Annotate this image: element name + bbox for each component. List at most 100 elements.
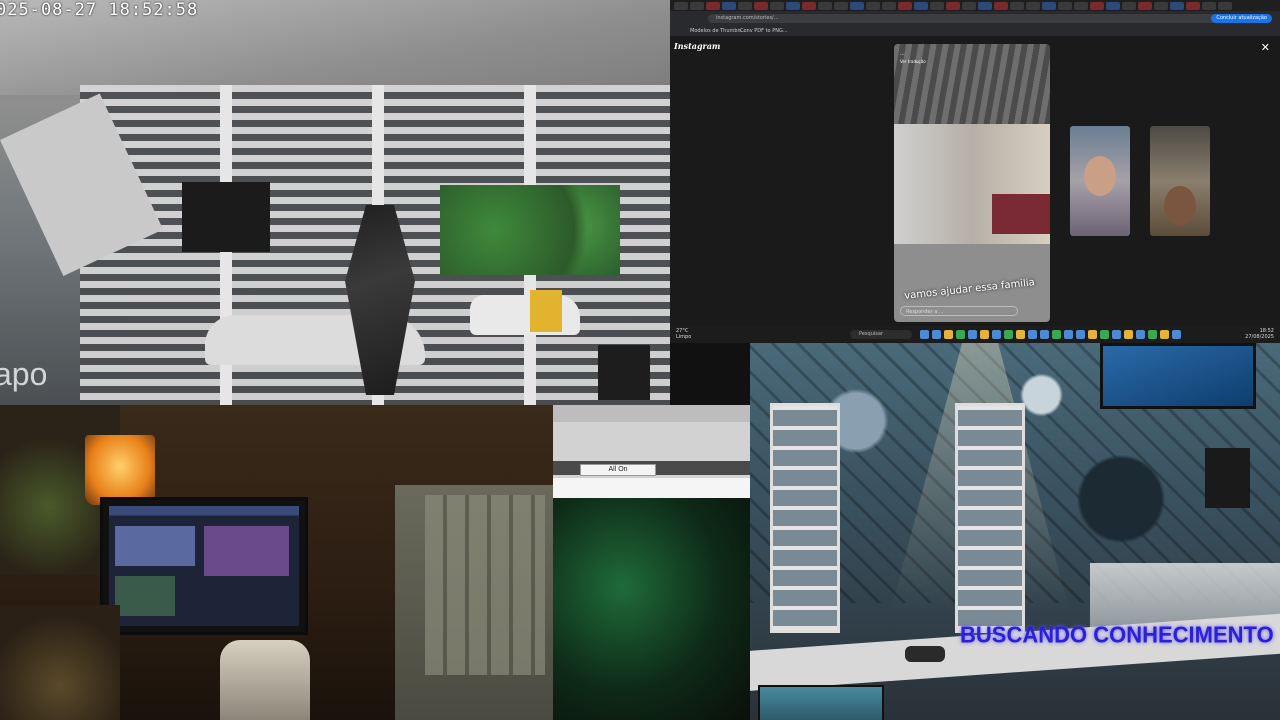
app-icon[interactable]: [956, 330, 965, 339]
camera-mailbox: [530, 290, 562, 332]
panel-footer: [553, 478, 750, 498]
all-on-button[interactable]: All On: [580, 464, 656, 476]
app-icon[interactable]: [1004, 330, 1013, 339]
app-icon[interactable]: [1112, 330, 1121, 339]
studio-monitor-screen: [109, 506, 299, 626]
browser-tab[interactable]: [850, 2, 864, 10]
room-tv: [1100, 343, 1256, 409]
browser-tab[interactable]: [1074, 2, 1088, 10]
browser-tab[interactable]: [818, 2, 832, 10]
bookmark-item[interactable]: Modelos de Thumbn...: [690, 28, 745, 34]
studio-desk-items: [220, 640, 310, 720]
monitor-window: [204, 526, 289, 576]
weather-condition: Limpo: [676, 334, 692, 340]
studio-camera-feed: [0, 405, 553, 720]
panel-header: [553, 405, 750, 422]
browser-tab[interactable]: [674, 2, 688, 10]
browser-tab[interactable]: [946, 2, 960, 10]
story-username[interactable]: ...: [900, 51, 905, 57]
browser-tab[interactable]: [962, 2, 976, 10]
next-story-thumbnail[interactable]: [1150, 126, 1210, 236]
browser-tab[interactable]: [1218, 2, 1232, 10]
browser-tab[interactable]: [994, 2, 1008, 10]
browser-tab[interactable]: [898, 2, 912, 10]
story-roof: [894, 44, 1050, 124]
app-icon[interactable]: [1052, 330, 1061, 339]
taskbar-search[interactable]: Pesquisar: [850, 330, 912, 339]
browser-tab[interactable]: [978, 2, 992, 10]
browser-tab[interactable]: [1186, 2, 1200, 10]
next-story-thumbnail[interactable]: [1070, 126, 1130, 236]
browser-tab-bar[interactable]: [670, 0, 1280, 11]
room-speaker: [1205, 448, 1250, 508]
browser-tab[interactable]: [1154, 2, 1168, 10]
browser-tab[interactable]: [690, 2, 704, 10]
taskbar-app-icons: [920, 330, 1181, 339]
browser-tab[interactable]: [786, 2, 800, 10]
browser-tab[interactable]: [1042, 2, 1056, 10]
app-icon[interactable]: [1160, 330, 1169, 339]
browser-tab[interactable]: [1010, 2, 1024, 10]
browser-tab[interactable]: [1202, 2, 1216, 10]
app-icon[interactable]: [1064, 330, 1073, 339]
app-icon[interactable]: [968, 330, 977, 339]
url-field[interactable]: instagram.com/stories/...: [708, 14, 1228, 23]
instagram-story-viewer: Instagram ✕ ... Ver tradução vamos ajuda…: [670, 36, 1280, 326]
browser-tab[interactable]: [1090, 2, 1104, 10]
app-icon[interactable]: [980, 330, 989, 339]
browser-tab[interactable]: [834, 2, 848, 10]
app-icon[interactable]: [1100, 330, 1109, 339]
app-icon[interactable]: [1124, 330, 1133, 339]
update-browser-button[interactable]: Concluir atualização: [1211, 14, 1272, 23]
weather-widget[interactable]: 27°C Limpo: [676, 328, 691, 340]
app-icon[interactable]: [932, 330, 941, 339]
camera-object: [598, 345, 650, 400]
app-icon[interactable]: [992, 330, 1001, 339]
studio-monitor-grid: [425, 495, 545, 675]
green-light-feed: [553, 498, 750, 720]
browser-tab[interactable]: [1058, 2, 1072, 10]
taskbar-clock[interactable]: 18:52 27/08/2025: [1245, 328, 1274, 340]
browser-tab[interactable]: [706, 2, 720, 10]
browser-tab[interactable]: [802, 2, 816, 10]
instagram-logo[interactable]: Instagram: [674, 41, 720, 51]
browser-address-bar[interactable]: instagram.com/stories/... Concluir atual…: [670, 11, 1280, 26]
room-phone-screen: [758, 685, 884, 720]
story-card[interactable]: ... Ver tradução vamos ajudar essa famil…: [894, 44, 1050, 322]
control-panel: All On: [553, 405, 750, 498]
monitor-window: [115, 576, 175, 616]
app-icon[interactable]: [1076, 330, 1085, 339]
browser-tab[interactable]: [722, 2, 736, 10]
close-icon[interactable]: ✕: [1261, 41, 1270, 54]
app-icon[interactable]: [1172, 330, 1181, 339]
bookmarks-bar: Modelos de Thumbn... Conv PDF to PNG...: [670, 26, 1280, 36]
app-icon[interactable]: [1028, 330, 1037, 339]
app-icon[interactable]: [1148, 330, 1157, 339]
app-icon[interactable]: [1040, 330, 1049, 339]
browser-tab[interactable]: [914, 2, 928, 10]
story-translate-link[interactable]: Ver tradução: [900, 59, 926, 64]
room-door-right: [955, 403, 1025, 633]
browser-tab[interactable]: [738, 2, 752, 10]
windows-taskbar: 27°C Limpo Pesquisar 18:52 27/08/2025: [670, 326, 1280, 343]
browser-tab[interactable]: [754, 2, 768, 10]
browser-tab[interactable]: [930, 2, 944, 10]
app-icon[interactable]: [1136, 330, 1145, 339]
app-icon[interactable]: [944, 330, 953, 339]
browser-tab[interactable]: [1122, 2, 1136, 10]
browser-tab[interactable]: [1106, 2, 1120, 10]
browser-tab[interactable]: [882, 2, 896, 10]
browser-tab[interactable]: [770, 2, 784, 10]
app-icon[interactable]: [920, 330, 929, 339]
story-bed: [992, 194, 1050, 234]
bookmark-item[interactable]: Conv PDF to PNG...: [740, 28, 788, 34]
app-icon[interactable]: [1016, 330, 1025, 339]
browser-tab[interactable]: [1170, 2, 1184, 10]
browser-tab[interactable]: [1026, 2, 1040, 10]
app-icon[interactable]: [1088, 330, 1097, 339]
story-reply-input[interactable]: Responder a ...: [900, 306, 1018, 316]
studio-lamp: [85, 435, 155, 505]
browser-tab[interactable]: [1138, 2, 1152, 10]
browser-tab[interactable]: [866, 2, 880, 10]
monitor-window: [115, 526, 195, 566]
